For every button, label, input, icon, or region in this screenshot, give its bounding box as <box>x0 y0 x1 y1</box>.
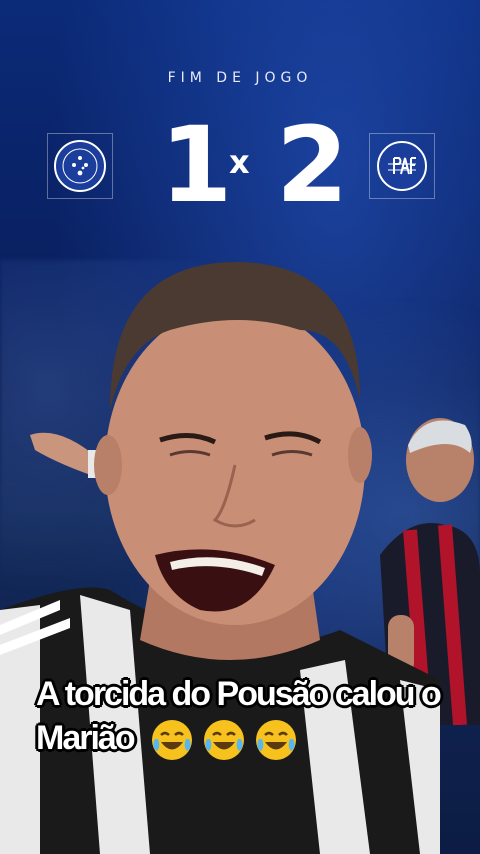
caption-line-2-text: Marião <box>36 719 136 757</box>
person-photo <box>0 261 440 854</box>
cruzeiro-crest-icon <box>54 140 106 192</box>
home-team-badge <box>47 133 113 199</box>
home-score: 1 <box>160 104 233 226</box>
emoji-row <box>149 717 299 763</box>
away-score: 2 <box>276 104 349 226</box>
scoreboard: 1 x 2 <box>0 105 480 225</box>
paf-crest-icon <box>377 141 427 191</box>
face-with-tears-of-joy-icon <box>256 720 297 761</box>
caption: A torcida do Pousão calou o Marião <box>36 672 456 763</box>
face-with-tears-of-joy-icon <box>204 720 245 761</box>
match-status: FIM DE JOGO <box>167 70 313 86</box>
away-team-badge <box>369 133 435 199</box>
caption-line-1: A torcida do Pousão calou o <box>36 675 442 713</box>
scoreboard-header: FIM DE JOGO <box>0 70 480 86</box>
caption-line-2: Marião <box>36 716 456 763</box>
score-separator: x <box>229 143 250 181</box>
face-with-tears-of-joy-icon <box>152 720 193 761</box>
